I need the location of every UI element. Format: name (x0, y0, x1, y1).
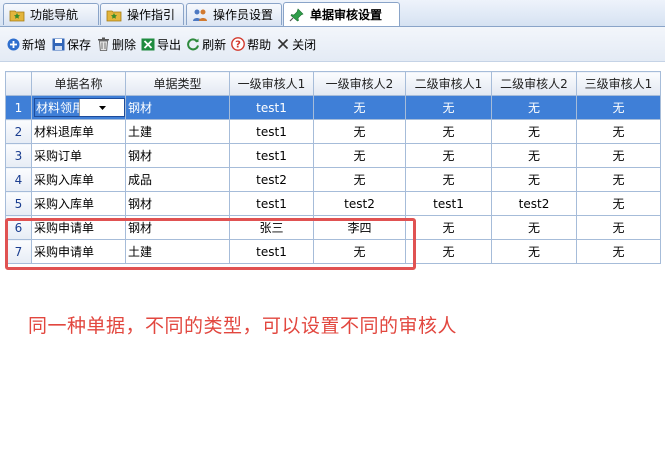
dropdown-arrow-icon[interactable] (79, 99, 124, 116)
floppy-disk-icon (51, 37, 65, 51)
doc-type-cell[interactable]: 钢材 (125, 95, 230, 120)
reviewer-cell[interactable]: 无 (576, 191, 661, 216)
table-row[interactable]: 5 采购入库单 钢材 test1 test2 test1 test2 无 (5, 191, 661, 216)
doc-name-cell[interactable]: 采购入库单 (31, 191, 126, 216)
reviewer-cell[interactable]: test1 (405, 191, 492, 216)
plus-circle-icon (6, 37, 20, 51)
reviewer-cell[interactable]: 无 (405, 215, 492, 240)
tab-operation-guide[interactable]: 操作指引 (100, 3, 184, 25)
reviewer-cell[interactable]: 无 (491, 95, 577, 120)
reviewer-cell[interactable]: 无 (313, 95, 406, 120)
reviewer-cell[interactable]: test1 (229, 95, 314, 120)
row-number: 2 (5, 119, 32, 144)
table-row[interactable]: 1 材料领用出库单 钢材 test1 无 无 无 无 (5, 95, 661, 120)
column-header-l1-reviewer-2[interactable]: 一级审核人2 (313, 71, 406, 96)
refresh-icon (186, 37, 200, 51)
tab-document-review-settings[interactable]: 单据审核设置 (283, 2, 400, 26)
reviewer-cell[interactable]: 无 (491, 239, 577, 264)
tab-label: 功能导航 (30, 8, 79, 22)
doc-type-cell[interactable]: 钢材 (125, 143, 230, 168)
tab-label: 操作指引 (127, 8, 176, 22)
doc-name-combobox[interactable]: 材料领用出库单 (34, 98, 125, 117)
doc-type-cell[interactable]: 土建 (125, 119, 230, 144)
table-row[interactable]: 4 采购入库单 成品 test2 无 无 无 无 (5, 167, 661, 192)
svg-text:?: ? (235, 40, 241, 51)
trash-icon (96, 37, 110, 51)
reviewer-cell[interactable]: test1 (229, 143, 314, 168)
users-icon (192, 8, 208, 22)
table-row[interactable]: 2 材料退库单 土建 test1 无 无 无 无 (5, 119, 661, 144)
reviewer-cell[interactable]: 无 (491, 215, 577, 240)
pushpin-icon (289, 7, 305, 22)
column-header-doc-type[interactable]: 单据类型 (125, 71, 230, 96)
delete-button[interactable]: 删除 (96, 36, 136, 53)
column-header-l3-reviewer-1[interactable]: 三级审核人1 (576, 71, 661, 96)
column-header-l2-reviewer-1[interactable]: 二级审核人1 (405, 71, 492, 96)
reviewer-cell[interactable]: 无 (576, 95, 661, 120)
reviewer-cell[interactable]: 无 (491, 167, 577, 192)
row-number-header (5, 71, 32, 96)
reviewer-cell[interactable]: 无 (313, 143, 406, 168)
reviewer-cell[interactable]: test2 (491, 191, 577, 216)
table-row[interactable]: 3 采购订单 钢材 test1 无 无 无 无 (5, 143, 661, 168)
reviewer-cell[interactable]: 无 (405, 143, 492, 168)
help-button[interactable]: ? 帮助 (231, 36, 271, 53)
row-number: 4 (5, 167, 32, 192)
tab-operator-settings[interactable]: 操作员设置 (186, 3, 282, 25)
column-header-l2-reviewer-2[interactable]: 二级审核人2 (491, 71, 577, 96)
annotation-text: 同一种单据，不同的类型，可以设置不同的审核人 (28, 315, 458, 337)
header-row: 单据名称 单据类型 一级审核人1 一级审核人2 二级审核人1 二级审核人2 三级… (5, 71, 661, 96)
reviewer-cell[interactable]: 无 (576, 239, 661, 264)
column-header-doc-name[interactable]: 单据名称 (31, 71, 126, 96)
save-button[interactable]: 保存 (51, 36, 91, 53)
excel-icon (141, 37, 155, 51)
doc-type-cell[interactable]: 钢材 (125, 191, 230, 216)
folder-star-icon (106, 8, 122, 22)
row-number: 1 (5, 95, 32, 120)
reviewer-cell[interactable]: 无 (405, 95, 492, 120)
export-button[interactable]: 导出 (141, 36, 181, 53)
reviewer-cell[interactable]: 无 (313, 167, 406, 192)
doc-name-cell[interactable]: 采购订单 (31, 143, 126, 168)
reviewer-cell[interactable]: 无 (576, 119, 661, 144)
reviewer-cell[interactable]: 无 (491, 119, 577, 144)
tab-label: 单据审核设置 (310, 8, 383, 22)
reviewer-cell[interactable]: test2 (229, 167, 314, 192)
row-number: 3 (5, 143, 32, 168)
close-icon (276, 37, 290, 51)
reviewer-cell[interactable]: test1 (229, 119, 314, 144)
toolbar: 新增 保存 删除 导出 刷新 ? 帮助 关闭 (0, 27, 665, 62)
folder-star-icon (9, 8, 25, 22)
reviewer-cell[interactable]: 无 (313, 119, 406, 144)
reviewer-cell[interactable]: 无 (405, 239, 492, 264)
reviewer-cell[interactable]: 无 (576, 167, 661, 192)
reviewer-cell[interactable]: 无 (491, 143, 577, 168)
close-button[interactable]: 关闭 (276, 36, 316, 53)
doc-name-cell[interactable]: 材料退库单 (31, 119, 126, 144)
reviewer-cell[interactable]: 无 (405, 167, 492, 192)
row-number: 5 (5, 191, 32, 216)
reviewer-cell[interactable]: 无 (576, 215, 661, 240)
doc-name-cell[interactable]: 材料领用出库单 (31, 95, 126, 120)
tab-function-nav[interactable]: 功能导航 (3, 3, 99, 25)
doc-type-cell[interactable]: 成品 (125, 167, 230, 192)
add-button[interactable]: 新增 (6, 36, 46, 53)
highlight-box (5, 218, 416, 270)
reviewer-cell[interactable]: 无 (405, 119, 492, 144)
doc-name-cell[interactable]: 采购入库单 (31, 167, 126, 192)
reviewer-cell[interactable]: test1 (229, 191, 314, 216)
help-icon: ? (231, 37, 245, 51)
refresh-button[interactable]: 刷新 (186, 36, 226, 53)
tab-label: 操作员设置 (213, 8, 274, 22)
column-header-l1-reviewer-1[interactable]: 一级审核人1 (229, 71, 314, 96)
reviewer-cell[interactable]: 无 (576, 143, 661, 168)
reviewer-cell[interactable]: test2 (313, 191, 406, 216)
tab-bar: 功能导航 操作指引 操作员设置 单据审核设置 (0, 0, 665, 27)
